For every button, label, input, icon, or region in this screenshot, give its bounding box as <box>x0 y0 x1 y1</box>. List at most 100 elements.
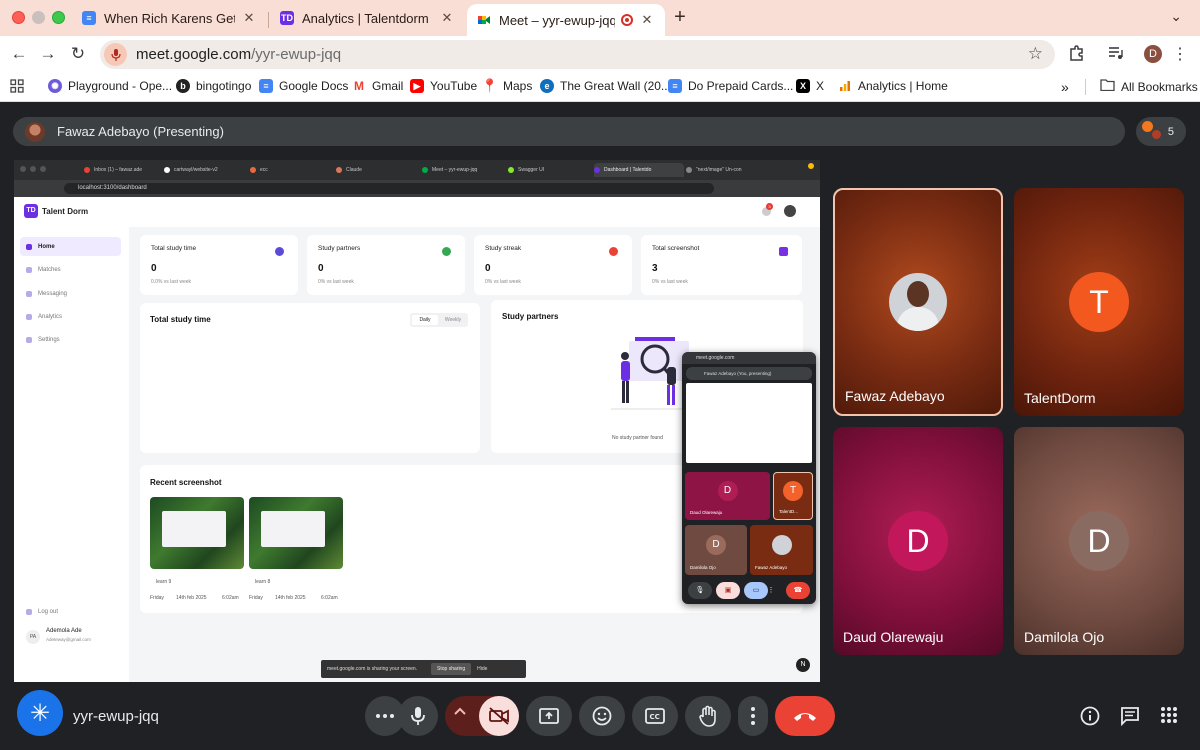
participant-tile[interactable]: Fawaz Adebayo <box>833 188 1003 416</box>
shared-tab-label: ecc <box>260 167 268 173</box>
extensions-icon[interactable] <box>1067 44 1087 64</box>
avatar <box>784 205 796 217</box>
window-close-button[interactable] <box>12 11 25 24</box>
pip-screen-preview <box>686 383 812 463</box>
close-icon[interactable]: ✕ <box>639 12 655 28</box>
activities-button[interactable] <box>1160 706 1182 728</box>
card-title: Study partners <box>502 312 559 321</box>
bookmark-item[interactable]: Analytics | Home <box>838 79 948 93</box>
participant-tile[interactable]: D Damilola Ojo <box>1014 427 1184 655</box>
bookmark-item[interactable]: ≡ Google Docs <box>259 79 348 93</box>
edge-icon: e <box>540 79 554 93</box>
participants-chip[interactable]: 5 <box>1136 117 1186 146</box>
stop-sharing-button: Stop sharing <box>431 663 472 675</box>
stat-value: 0 <box>318 263 324 274</box>
tab-title: Analytics | Talentdorm <box>302 10 429 26</box>
browser-tab[interactable]: TD Analytics | Talentdorm ✕ <box>270 4 465 32</box>
present-now-button[interactable] <box>526 696 572 736</box>
leave-call-button[interactable] <box>775 696 835 736</box>
presenter-label: Fawaz Adebayo (Presenting) <box>57 124 224 139</box>
folder-icon <box>1100 79 1115 94</box>
reload-button[interactable]: ↻ <box>67 43 89 65</box>
apps-grid-icon[interactable] <box>10 79 24 93</box>
screenshot-label: learn 9 <box>156 579 172 585</box>
companion-mode-icon[interactable]: ✳ <box>17 690 63 736</box>
browser-menu-icon[interactable]: ⋮ <box>1170 44 1190 64</box>
recording-icon <box>621 14 633 26</box>
bookmark-item[interactable]: XX <box>796 79 824 93</box>
bookmark-item[interactable]: b bingotingo <box>176 79 251 93</box>
bookmark-item[interactable]: e The Great Wall (20... <box>540 79 671 93</box>
stat-title: Total study time <box>151 245 197 252</box>
raise-hand-button[interactable] <box>685 696 731 736</box>
window-zoom-button[interactable] <box>52 11 65 24</box>
address-bar[interactable]: meet.google.com/yyr-ewup-jqq ☆ <box>100 40 1055 69</box>
participant-tile[interactable]: D Daud Olarewaju <box>833 427 1003 655</box>
captions-icon: CC <box>645 708 665 724</box>
media-controls-icon[interactable] <box>1106 44 1126 64</box>
nav-logout: Log out <box>20 602 121 621</box>
all-bookmarks-folder[interactable]: All Bookmarks <box>1100 79 1198 94</box>
avatar <box>771 535 792 555</box>
camera-off-icon <box>489 707 509 725</box>
bookmark-item[interactable]: 📍 Maps <box>482 78 532 93</box>
stat-sub: 0% vs last week <box>652 279 688 285</box>
tab-title: Meet – yyr-ewup-jqq <box>499 12 615 28</box>
pip-tile: D Daud Olarewaju <box>685 472 770 520</box>
user-email: Adeteway@gmail.com <box>46 637 91 642</box>
screenshot-thumbnail <box>150 497 244 569</box>
close-icon[interactable]: ✕ <box>439 10 455 26</box>
screenshot-label: learn 8 <box>255 579 271 585</box>
nav-label: Log out <box>38 608 59 615</box>
tab-search-button[interactable]: ⌄ <box>1170 8 1182 25</box>
bookmark-item[interactable]: ✺ Playground - Ope... <box>48 79 172 93</box>
profile-avatar[interactable]: D <box>1144 45 1162 63</box>
captions-button[interactable]: CC <box>632 696 678 736</box>
meet-stage: Fawaz Adebayo (Presenting) 5 Inbox (1) –… <box>0 102 1200 750</box>
pip-controls: 🎙 ▣ ▭ ⋮ ☎ <box>686 582 812 600</box>
new-tab-button[interactable]: + <box>670 6 690 29</box>
bookmark-star-icon[interactable]: ☆ <box>1028 44 1043 64</box>
more-actions-button[interactable] <box>738 696 768 736</box>
browser-tab-strip: ≡ When Rich Karens Get Arreste ✕ TD Anal… <box>0 0 1200 36</box>
bookmark-item[interactable]: ▶ YouTube <box>410 79 477 93</box>
bookmark-item[interactable]: M Gmail <box>352 79 403 93</box>
shared-tab-label: Dashboard | Talentdo <box>604 167 652 173</box>
close-icon[interactable]: ✕ <box>241 10 257 26</box>
stat-title: Study partners <box>318 245 361 252</box>
chat-button[interactable] <box>1120 706 1142 728</box>
microphone-in-use-icon[interactable] <box>104 43 127 66</box>
participant-tile[interactable]: T TalentDorm <box>1014 188 1184 416</box>
camera-off-icon: ▣ <box>716 582 740 599</box>
flame-icon <box>609 247 618 256</box>
stat-card: Total study time 0 0.0% vs last week <box>140 235 298 295</box>
present-icon: ▭ <box>744 582 768 599</box>
talentdorm-icon: TD <box>280 11 294 25</box>
back-button[interactable]: ← <box>8 43 30 65</box>
stat-card: Study streak 0 0% vs last week <box>474 235 632 295</box>
shared-tab-active: Dashboard | Talentdo <box>594 163 684 177</box>
pip-tile-name: TalentD... <box>779 509 799 514</box>
bookmark-item[interactable]: ≡ Do Prepaid Cards... <box>668 79 793 93</box>
window-minimize-button[interactable] <box>32 11 45 24</box>
shared-toolbar: localhost:3100/dashboard <box>14 180 820 197</box>
more-bookmarks-icon[interactable]: » <box>1061 79 1069 95</box>
nav-label: Settings <box>38 336 60 343</box>
participant-name: Fawaz Adebayo <box>845 388 945 404</box>
shared-tab-label: Claude <box>346 167 362 173</box>
meeting-details-button[interactable] <box>1080 706 1102 728</box>
reactions-button[interactable] <box>579 696 625 736</box>
browser-tab-active[interactable]: Meet – yyr-ewup-jqq ✕ <box>467 4 665 36</box>
bookmark-label: YouTube <box>430 79 478 93</box>
shared-tab: Meet – yyr-ewup-jqq <box>422 163 507 177</box>
shared-tab: Swagger UI <box>508 163 593 177</box>
camera-options-chevron-icon[interactable] <box>453 706 467 716</box>
pip-tile: Fawaz Adebayo <box>750 525 813 575</box>
microphone-button[interactable] <box>398 696 438 736</box>
presenter-bar[interactable]: Fawaz Adebayo (Presenting) <box>13 117 1125 146</box>
camera-toggle-button[interactable] <box>479 696 519 736</box>
forward-button[interactable]: → <box>37 43 59 65</box>
analytics-icon <box>838 79 852 93</box>
next-dev-badge: N <box>796 658 810 672</box>
browser-tab[interactable]: ≡ When Rich Karens Get Arreste ✕ <box>72 4 267 32</box>
